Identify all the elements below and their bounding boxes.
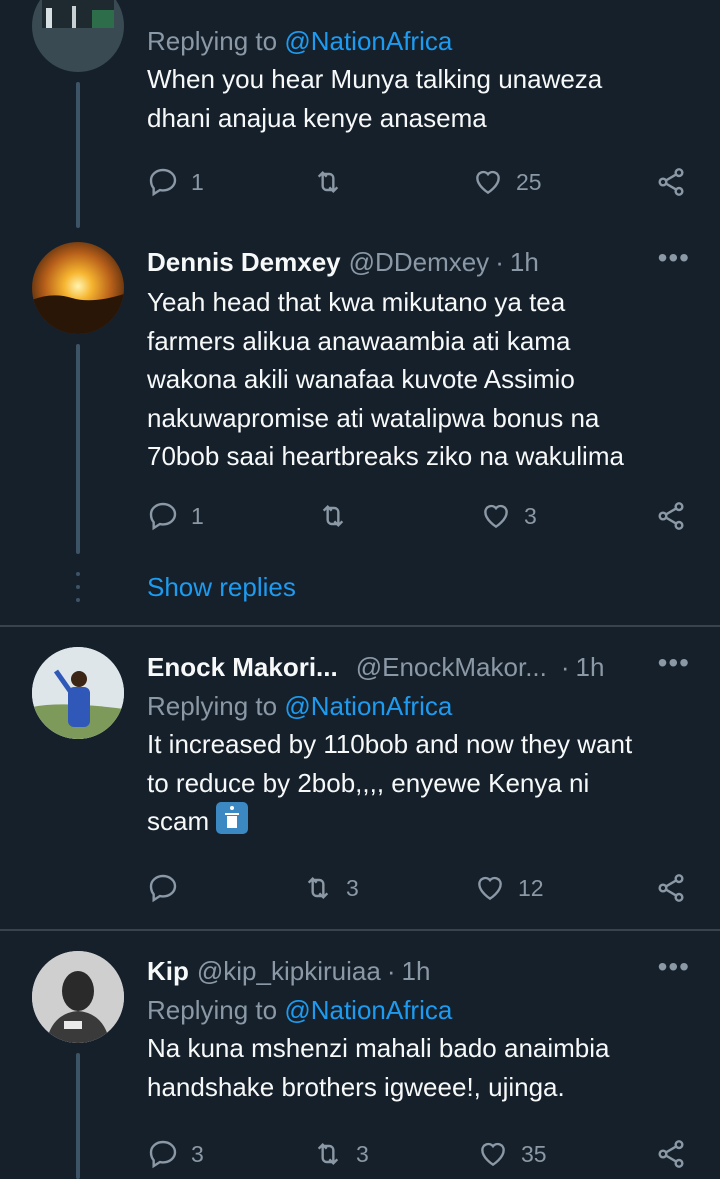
- separator-dot: ·: [386, 955, 396, 986]
- tweet-header: Kip @kip_kipkiruiaa · 1h •••: [147, 951, 690, 991]
- timestamp[interactable]: 1h: [401, 956, 430, 987]
- show-replies-link[interactable]: Show replies: [147, 572, 296, 603]
- heart-icon: [476, 170, 500, 195]
- reply-button[interactable]: 3: [147, 1134, 204, 1174]
- thread-line: [76, 82, 80, 228]
- more-options-icon[interactable]: •••: [658, 951, 690, 983]
- share-icon: [658, 502, 684, 530]
- reply-icon: [149, 502, 177, 531]
- thread-line: [76, 344, 80, 554]
- retweet-icon: [317, 1142, 339, 1166]
- avatar[interactable]: [32, 647, 124, 739]
- thread-line: [76, 1053, 80, 1179]
- mention-link[interactable]: @NationAfrica: [284, 995, 452, 1025]
- like-button[interactable]: 35: [477, 1134, 547, 1174]
- replying-to: Replying to @NationAfrica: [147, 691, 453, 721]
- avatar[interactable]: [32, 951, 124, 1043]
- like-button[interactable]: 3: [480, 496, 537, 536]
- more-options-icon[interactable]: •••: [658, 647, 690, 679]
- separator-dot: ·: [560, 651, 570, 682]
- share-icon: [658, 168, 684, 196]
- tweet-actions: 3 12: [147, 868, 692, 908]
- reply-button[interactable]: 1: [147, 496, 204, 536]
- display-name[interactable]: Enock Makori...: [147, 652, 338, 683]
- user-handle[interactable]: @DDemxey: [349, 247, 490, 278]
- tweet-header: Dennis Demxey @DDemxey · 1h •••: [147, 242, 690, 282]
- retweet-button[interactable]: 3: [302, 868, 359, 908]
- display-name[interactable]: Dennis Demxey: [147, 247, 341, 278]
- thread-dots: [76, 572, 80, 611]
- share-button[interactable]: [655, 496, 687, 536]
- reply-icon: [149, 1140, 177, 1169]
- display-name[interactable]: Kip: [147, 956, 189, 987]
- tweet-actions: 1 25: [147, 162, 692, 202]
- like-button[interactable]: 12: [474, 868, 544, 908]
- share-button[interactable]: [655, 162, 687, 202]
- share-button[interactable]: [655, 1134, 687, 1174]
- retweet-icon: [317, 170, 339, 194]
- tweet-actions: 1 3: [147, 496, 692, 536]
- trash-emoji-icon: [216, 802, 249, 834]
- mention-link[interactable]: @NationAfrica: [284, 691, 452, 721]
- heart-icon: [481, 1142, 505, 1167]
- tweet-header: Enock Makori... @EnockMakor... · 1h •••: [147, 647, 690, 687]
- share-icon: [658, 874, 684, 902]
- separator-dot: ·: [495, 246, 504, 277]
- retweet-button[interactable]: [312, 162, 356, 202]
- share-icon: [658, 1140, 684, 1168]
- retweet-icon: [307, 876, 329, 900]
- tweet-2[interactable]: Dennis Demxey @DDemxey · 1h ••• Yeah hea…: [0, 228, 720, 626]
- replying-to: Replying to @NationAfrica: [147, 26, 453, 56]
- reply-button[interactable]: [147, 868, 191, 908]
- reply-button[interactable]: 1: [147, 162, 204, 202]
- mention-link[interactable]: @NationAfrica: [284, 26, 452, 56]
- tweet-3[interactable]: Enock Makori... @EnockMakor... · 1h ••• …: [0, 627, 720, 929]
- avatar[interactable]: [32, 242, 124, 334]
- reply-icon: [149, 874, 177, 903]
- retweet-button[interactable]: 3: [312, 1134, 369, 1174]
- heart-icon: [478, 876, 502, 901]
- avatar[interactable]: [32, 0, 124, 72]
- tweet-text: Yeah head that kwa mikutano ya tea farme…: [147, 287, 624, 471]
- tweet-text: When you hear Munya talking unaweza dhan…: [147, 64, 603, 133]
- heart-icon: [484, 504, 508, 529]
- tweet-actions: 3 3 35: [147, 1134, 692, 1174]
- reply-icon: [149, 168, 177, 197]
- timestamp[interactable]: 1h: [510, 247, 539, 278]
- more-options-icon[interactable]: •••: [658, 242, 690, 274]
- tweet-1[interactable]: Replying to @NationAfrica When you hear …: [0, 0, 720, 228]
- retweet-button[interactable]: [317, 496, 361, 536]
- retweet-icon: [322, 504, 344, 528]
- share-button[interactable]: [655, 868, 687, 908]
- user-handle[interactable]: @kip_kipkiruiaa: [197, 956, 381, 987]
- user-handle[interactable]: @EnockMakor...: [356, 652, 547, 683]
- like-button[interactable]: 25: [472, 162, 542, 202]
- timestamp[interactable]: 1h: [576, 652, 605, 683]
- tweet-text: Na kuna mshenzi mahali bado anaimbia han…: [147, 1033, 610, 1102]
- replying-to: Replying to @NationAfrica: [147, 995, 453, 1025]
- tweet-text: It increased by 110bob and now they want…: [147, 729, 633, 836]
- tweet-4[interactable]: Kip @kip_kipkiruiaa · 1h ••• Replying to…: [0, 931, 720, 1179]
